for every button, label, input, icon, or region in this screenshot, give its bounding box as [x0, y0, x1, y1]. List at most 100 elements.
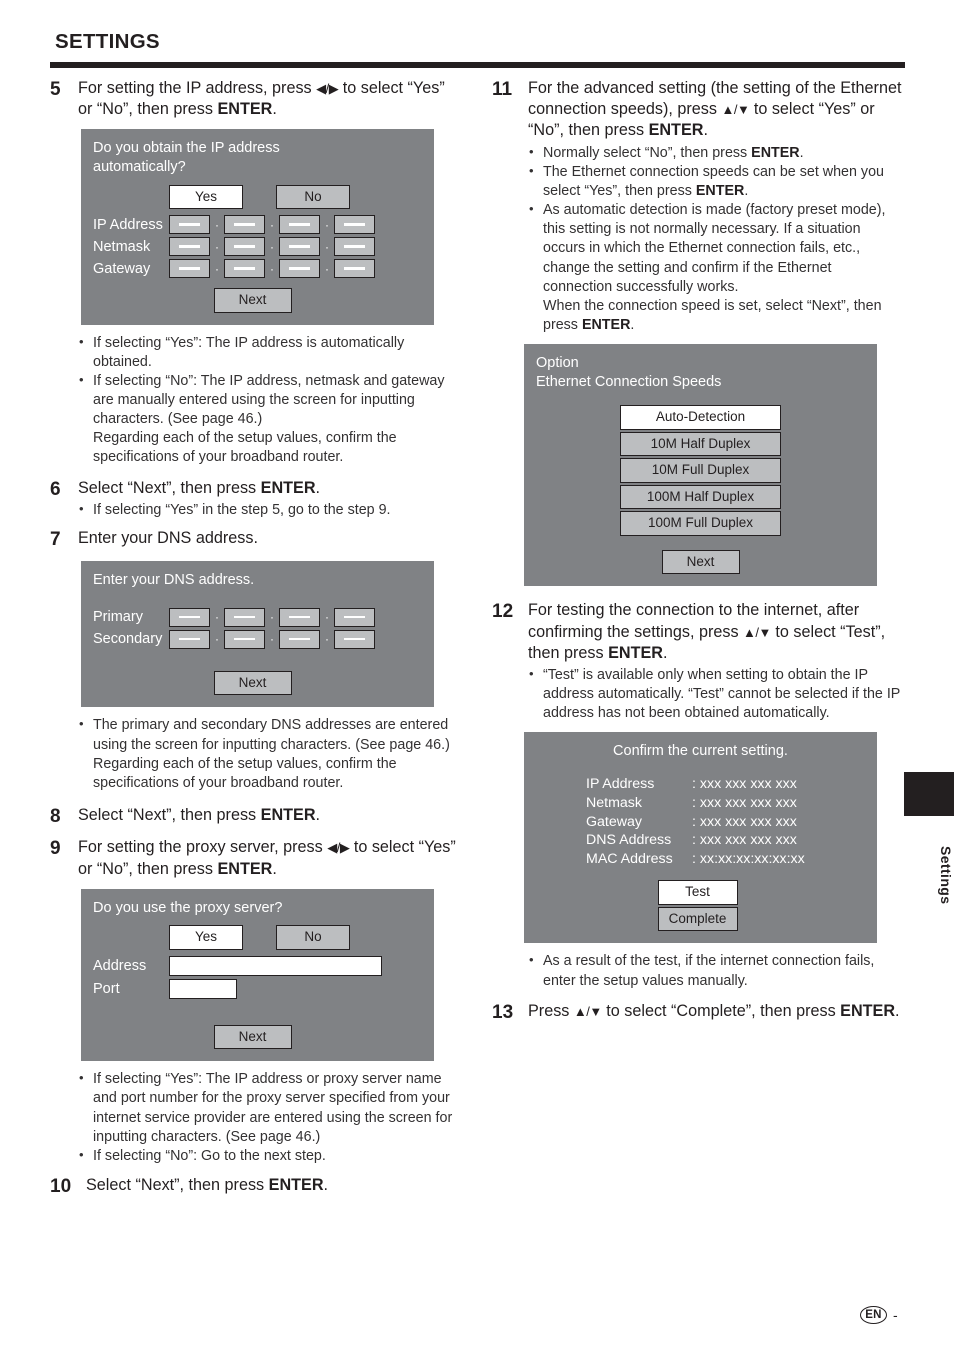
gateway-dot-3: · [325, 261, 329, 276]
netmask-octet-3[interactable] [279, 237, 320, 257]
step-11-note-1-pre: Normally select “No”, then press [543, 144, 752, 161]
netmask-octet-1[interactable] [169, 237, 210, 257]
option-100m-full-duplex[interactable]: 100M Full Duplex [620, 511, 781, 536]
ip-notes-list: If selecting “Yes”: The IP address is au… [78, 333, 460, 468]
step-5-enter-key: ENTER [217, 100, 273, 119]
dns-secondary-row: Secondary · · · [93, 629, 422, 649]
step-8: 8 Select “Next”, then press ENTER. [50, 805, 460, 829]
dns-primary-dot-1: · [215, 610, 219, 625]
confirm-notes-list: As a result of the test, if the internet… [528, 951, 902, 990]
complete-button[interactable]: Complete [657, 906, 738, 932]
step-13-text-b: to select “Complete”, then press [601, 1001, 841, 1020]
step-6-notes: If selecting “Yes” in the step 5, go to … [78, 500, 460, 520]
option-next-button[interactable]: Next [661, 549, 740, 575]
option-100m-half-duplex[interactable]: 100M Half Duplex [620, 484, 781, 510]
gateway-octet-3[interactable] [279, 259, 320, 279]
ip-octet-3[interactable] [279, 215, 320, 235]
dns-note-1-text: The primary and secondary DNS addresses … [93, 717, 450, 753]
dns-next-button[interactable]: Next [213, 670, 292, 696]
option-dialog-title-line2: Ethernet Connection Speeds [536, 373, 722, 390]
gateway-octet-4[interactable] [334, 259, 375, 279]
step-5-number: 5 [50, 79, 61, 100]
confirm-ip-address-label: IP Address [586, 776, 655, 793]
netmask-dot-2: · [270, 239, 274, 254]
ip-octet-4[interactable] [334, 215, 375, 235]
step-6-text-a: Select “Next”, then press [78, 478, 261, 497]
ip-yes-button[interactable]: Yes [169, 184, 243, 210]
dns-secondary-dot-1: · [215, 632, 219, 647]
right-column: 11 For the advanced setting (the setting… [492, 78, 902, 1027]
dns-secondary-octet-3[interactable] [279, 629, 320, 649]
confirm-ip-address-row: IP Address : xxx xxx xxx xxx [586, 775, 877, 794]
dns-secondary-octet-1[interactable] [169, 629, 210, 649]
gateway-label: Gateway [93, 260, 151, 277]
step-10-number: 10 [50, 1176, 72, 1198]
proxy-note-1: If selecting “Yes”: The IP address or pr… [78, 1069, 460, 1147]
step-13-enter-key: ENTER [840, 1001, 896, 1020]
page-title: SETTINGS [55, 30, 160, 53]
dns-primary-octet-1[interactable] [169, 607, 210, 627]
step-12-text-c: . [662, 643, 668, 662]
proxy-address-label: Address [93, 957, 147, 974]
ip-octet-1[interactable] [169, 215, 210, 235]
ip-no-button[interactable]: No [276, 184, 350, 210]
step-12-notes: “Test” is available only when setting to… [528, 665, 902, 723]
step-5-text-a: For setting the IP address, press [78, 79, 317, 97]
gateway-octet-2[interactable] [224, 259, 265, 279]
test-button[interactable]: Test [657, 880, 738, 905]
confirm-note-1: As a result of the test, if the internet… [528, 951, 902, 990]
step-11-number: 11 [492, 79, 513, 100]
proxy-yesno-row: Yes No [93, 925, 422, 950]
dns-primary-octet-2[interactable] [224, 607, 265, 627]
gateway-octet-1[interactable] [169, 259, 210, 279]
option-10m-full-duplex[interactable]: 10M Full Duplex [620, 458, 781, 483]
dns-dialog-title: Enter your DNS address. [93, 572, 255, 589]
step-13-text: Press ▲/▼ to select “Complete”, then pre… [528, 1001, 902, 1022]
step-12: 12 For testing the connection to the int… [492, 600, 902, 723]
dns-primary-octet-3[interactable] [279, 607, 320, 627]
proxy-next-button[interactable]: Next [213, 1024, 292, 1050]
ip-octet-2[interactable] [224, 215, 265, 235]
ethernet-speed-option-dialog: Option Ethernet Connection Speeds Auto-D… [524, 344, 877, 587]
manual-page: SETTINGS 5 For setting the IP address, p… [0, 0, 954, 1354]
step-11-note-1-enter: ENTER [751, 144, 800, 161]
step-11-note-3-enter: ENTER [581, 317, 631, 334]
step-7-number: 7 [50, 529, 61, 550]
step-9-enter-key: ENTER [217, 859, 273, 878]
dns-notes-list: The primary and secondary DNS addresses … [78, 715, 460, 793]
dns-primary-dot-2: · [270, 610, 274, 625]
proxy-yes-button[interactable]: Yes [169, 925, 243, 950]
option-dialog-title: Option Ethernet Connection Speeds [524, 344, 877, 391]
proxy-address-row: Address [93, 955, 422, 976]
ip-address-dialog: Do you obtain the IP address automatical… [81, 129, 434, 325]
confirm-mac-address-label: MAC Address [586, 850, 673, 867]
ip-next-button[interactable]: Next [213, 288, 292, 313]
step-11: 11 For the advanced setting (the setting… [492, 78, 902, 335]
netmask-octet-2[interactable] [224, 237, 265, 257]
dns-secondary-octet-4[interactable] [334, 629, 375, 649]
ip-dot-3: · [325, 217, 329, 232]
proxy-no-button[interactable]: No [276, 925, 350, 950]
dns-primary-octet-4[interactable] [334, 607, 375, 627]
ip-address-row: IP Address · · · [93, 215, 422, 235]
option-10m-half-duplex[interactable]: 10M Half Duplex [620, 431, 781, 457]
confirm-gateway-label: Gateway [586, 813, 642, 830]
proxy-port-row: Port [93, 978, 422, 999]
step-12-enter-key: ENTER [608, 643, 663, 662]
dns-secondary-label: Secondary [93, 631, 163, 648]
step-11-text-c: . [703, 121, 708, 140]
proxy-port-input[interactable] [169, 978, 237, 999]
dns-address-dialog: Enter your DNS address. Primary · · · Se… [81, 561, 434, 708]
netmask-label: Netmask [93, 238, 151, 255]
step-11-note-2: The Ethernet connection speeds can be se… [528, 162, 902, 201]
option-auto-detection[interactable]: Auto-Detection [620, 405, 781, 430]
netmask-octet-4[interactable] [334, 237, 375, 257]
ip-dialog-title-line1: Do you obtain the IP address [93, 140, 280, 157]
proxy-address-input[interactable] [169, 955, 382, 976]
step-13: 13 Press ▲/▼ to select “Complete”, then … [492, 1001, 902, 1025]
confirm-gateway-value: : xxx xxx xxx xxx [692, 813, 797, 830]
page-number-dash: - [893, 1307, 898, 1323]
ip-note-2: If selecting “No”: The IP address, netma… [78, 371, 460, 468]
dns-secondary-octet-2[interactable] [224, 629, 265, 649]
step-11-note-1: Normally select “No”, then press ENTER. [528, 143, 902, 163]
